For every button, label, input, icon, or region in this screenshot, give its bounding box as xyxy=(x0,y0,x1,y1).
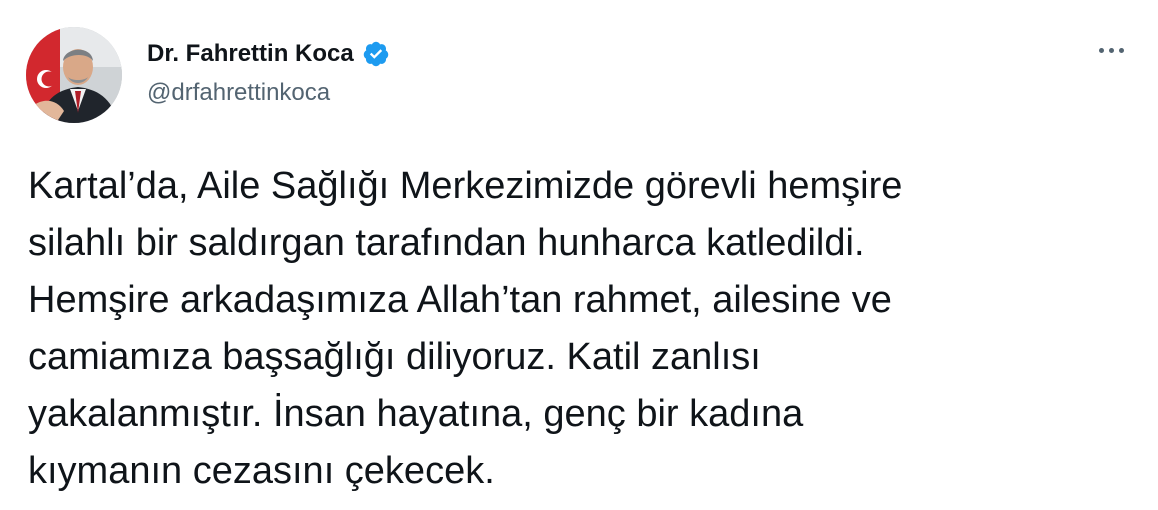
tweet-text: Kartal’da, Aile Sağlığı Merkezimizde gör… xyxy=(28,158,1138,500)
author-name-row: Dr. Fahrettin Koca xyxy=(147,36,390,72)
tweet-text-line: kıymanın cezasını çekecek. xyxy=(28,450,495,492)
author-display-name[interactable]: Dr. Fahrettin Koca xyxy=(147,39,354,69)
tweet-text-line: yakalanmıştır. İnsan hayatına, genç bir … xyxy=(28,393,804,435)
tweet-card: Dr. Fahrettin Koca @drfahrettinkoca Kart… xyxy=(0,0,1158,510)
tweet-text-line: camiamıza başsağlığı diliyoruz. Katil za… xyxy=(28,336,761,378)
author-avatar[interactable] xyxy=(26,27,122,123)
more-horizontal-icon xyxy=(1098,47,1124,53)
avatar-image xyxy=(26,27,122,123)
tweet-text-line: silahlı bir saldırgan tarafından hunharc… xyxy=(28,222,865,264)
verified-badge-icon xyxy=(362,40,390,68)
more-options-button[interactable] xyxy=(1088,32,1134,68)
tweet-text-line: Kartal’da, Aile Sağlığı Merkezimizde gör… xyxy=(28,165,903,207)
author-handle[interactable]: @drfahrettinkoca xyxy=(147,78,330,108)
tweet-text-line: Hemşire arkadaşımıza Allah’tan rahmet, a… xyxy=(28,279,892,321)
